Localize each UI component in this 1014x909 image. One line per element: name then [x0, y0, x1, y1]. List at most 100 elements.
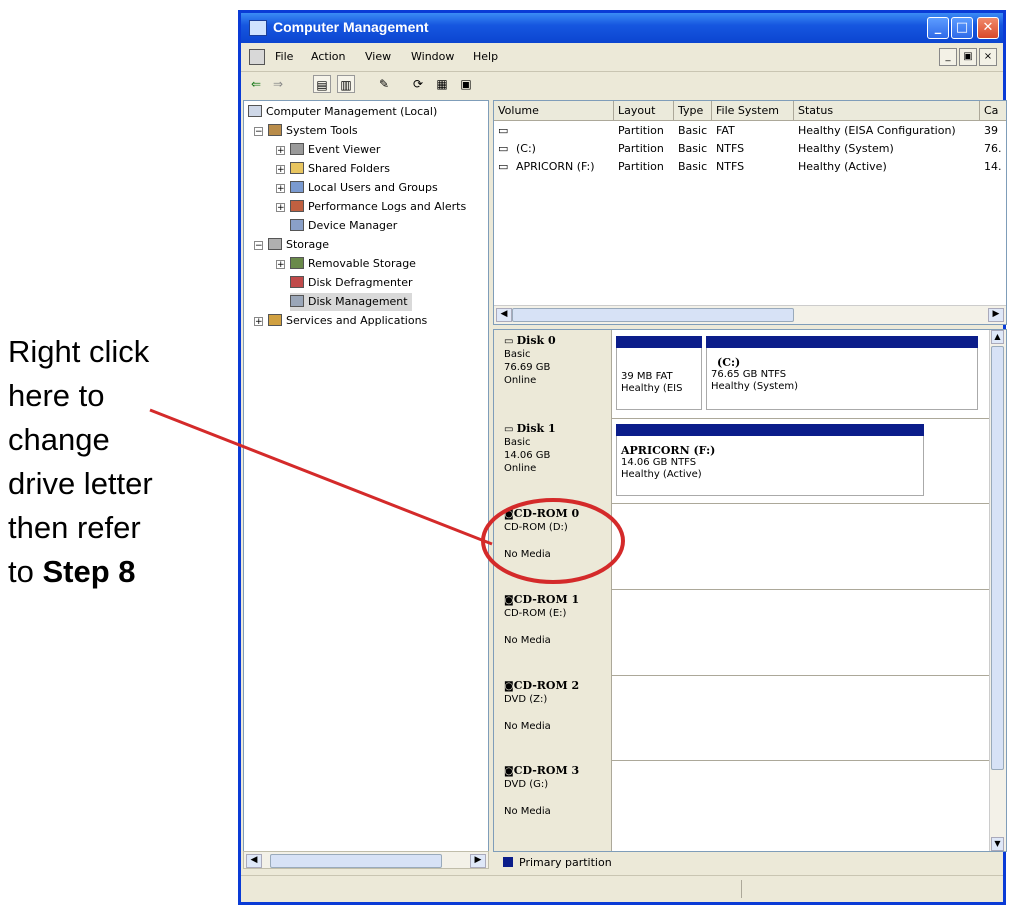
up-folder-icon[interactable]: ▤ — [313, 75, 331, 93]
tree-removable-storage[interactable]: Removable Storage — [290, 255, 416, 273]
menu-help[interactable]: Help — [473, 50, 498, 63]
partition-status: Healthy (System) — [711, 381, 799, 392]
properties-icon[interactable]: ✎ — [375, 75, 393, 93]
cdrom-3-label[interactable]: ◙CD-ROM 3 DVD (G:) No Media — [494, 760, 612, 851]
help-icon[interactable]: ▣ — [457, 75, 475, 93]
cell-type: Basic — [678, 142, 708, 155]
partition-legend: Primary partition — [493, 854, 1007, 872]
col-header-capacity[interactable]: Ca — [980, 101, 1006, 121]
close-button[interactable]: ✕ — [977, 17, 999, 39]
partition-apricorn[interactable]: APRICORN (F:) 14.06 GB NTFS Healthy (Act… — [616, 424, 924, 496]
cdrom-2-label[interactable]: ◙CD-ROM 2 DVD (Z:) No Media — [494, 675, 612, 760]
minimize-button[interactable]: _ — [927, 17, 949, 39]
mdi-close-button[interactable]: × — [979, 48, 997, 66]
scroll-thumb[interactable] — [991, 346, 1004, 770]
mdi-minimize-button[interactable]: _ — [939, 48, 957, 66]
export-icon[interactable]: ▦ — [433, 75, 451, 93]
refresh-icon[interactable]: ⟳ — [409, 75, 427, 93]
defragmenter-icon — [290, 276, 304, 288]
media-status: No Media — [504, 806, 551, 817]
tree-storage[interactable]: Storage — [268, 236, 329, 254]
col-header-status[interactable]: Status — [794, 101, 980, 121]
scroll-down-icon[interactable]: ▼ — [991, 837, 1004, 851]
forward-arrow-icon[interactable]: ⇒ — [269, 75, 287, 93]
tree-label: Performance Logs and Alerts — [308, 200, 467, 213]
expand-toggle[interactable]: + — [276, 184, 285, 194]
cdrom-2-row[interactable]: ◙CD-ROM 2 DVD (Z:) No Media — [494, 675, 990, 761]
mmc-document-icon[interactable] — [249, 49, 265, 65]
collapse-toggle[interactable]: − — [254, 127, 263, 137]
menu-action[interactable]: Action — [311, 50, 345, 63]
cdrom-1-label[interactable]: ◙CD-ROM 1 CD-ROM (E:) No Media — [494, 589, 612, 675]
tree-horizontal-scrollbar[interactable]: ◀ ▶ — [243, 851, 489, 869]
scroll-thumb[interactable] — [512, 308, 794, 322]
expand-toggle[interactable]: + — [276, 165, 285, 175]
tree-shared-folders[interactable]: Shared Folders — [290, 160, 390, 178]
storage-icon — [268, 238, 282, 250]
volume-drive-icon: ▭ — [498, 142, 509, 155]
scroll-up-icon[interactable]: ▲ — [991, 330, 1004, 344]
volume-list-horizontal-scrollbar[interactable]: ◀ ▶ — [494, 305, 1006, 324]
expand-toggle[interactable]: + — [276, 203, 285, 213]
tree-computer-management[interactable]: Computer Management (Local) — [248, 103, 437, 121]
menu-window[interactable]: Window — [411, 50, 454, 63]
scroll-left-icon[interactable]: ◀ — [496, 308, 512, 322]
cdrom-0-row[interactable]: ◙CD-ROM 0 CD-ROM (D:) No Media — [494, 503, 990, 590]
cell-status: Healthy (EISA Configuration) — [798, 124, 956, 137]
cell-status: Healthy (Active) — [798, 160, 887, 173]
callout-instruction: Right click here to change drive letter … — [8, 330, 228, 594]
callout-step-ref: Step 8 — [42, 554, 136, 589]
menu-view[interactable]: View — [365, 50, 391, 63]
cdrom-1-row[interactable]: ◙CD-ROM 1 CD-ROM (E:) No Media — [494, 589, 990, 676]
col-header-type[interactable]: Type — [674, 101, 712, 121]
maximize-button[interactable]: □ — [951, 17, 973, 39]
tree-disk-management[interactable]: Disk Management — [290, 293, 412, 311]
title-bar[interactable]: Computer Management _ □ ✕ — [241, 13, 1003, 43]
cell-capacity: 14. — [984, 160, 1002, 173]
disk-1-row[interactable]: ▭ Disk 1 Basic 14.06 GB Online APRICORN … — [494, 418, 990, 504]
cell-capacity: 39 — [984, 124, 998, 137]
col-header-file-system[interactable]: File System — [712, 101, 794, 121]
scroll-right-icon[interactable]: ▶ — [988, 308, 1004, 322]
collapse-toggle[interactable]: − — [254, 241, 263, 251]
cdrom-3-row[interactable]: ◙CD-ROM 3 DVD (G:) No Media — [494, 760, 990, 851]
disk-1-label[interactable]: ▭ Disk 1 Basic 14.06 GB Online — [494, 418, 612, 503]
expand-toggle[interactable]: + — [276, 260, 285, 270]
mdi-restore-button[interactable]: ▣ — [959, 48, 977, 66]
col-header-layout[interactable]: Layout — [614, 101, 674, 121]
tree-event-viewer[interactable]: Event Viewer — [290, 141, 380, 159]
media-status: No Media — [504, 635, 551, 646]
disk-icon: ▭ — [504, 424, 514, 435]
disk-view-vertical-scrollbar[interactable]: ▲ ▼ — [989, 330, 1006, 851]
cdrom-0-label[interactable]: ◙CD-ROM 0 CD-ROM (D:) No Media — [494, 503, 612, 589]
scroll-left-icon[interactable]: ◀ — [246, 854, 262, 868]
disk-0-row[interactable]: ▭ Disk 0 Basic 76.69 GB Online 39 MB FAT… — [494, 330, 990, 419]
back-arrow-icon[interactable]: ⇐ — [247, 75, 265, 93]
scroll-right-icon[interactable]: ▶ — [470, 854, 486, 868]
partition-bar — [706, 336, 978, 348]
disk-size: 76.69 GB — [504, 362, 551, 373]
menu-file[interactable]: File — [275, 50, 293, 63]
disk-size: 14.06 GB — [504, 450, 551, 461]
cd-drive-icon: ◙ — [504, 766, 514, 777]
expand-toggle[interactable]: + — [254, 317, 263, 327]
tree-services-applications[interactable]: Services and Applications — [268, 312, 427, 330]
tree-disk-defragmenter[interactable]: Disk Defragmenter — [290, 274, 413, 292]
scroll-thumb[interactable] — [270, 854, 442, 868]
cell-volume: APRICORN (F:) — [516, 160, 595, 173]
tree-local-users[interactable]: Local Users and Groups — [290, 179, 438, 197]
partition-eisa[interactable]: 39 MB FAT Healthy (EIS — [616, 336, 702, 410]
tree-label: Device Manager — [308, 219, 398, 232]
partition-c[interactable]: (C:) 76.65 GB NTFS Healthy (System) — [706, 336, 978, 410]
tree-device-manager[interactable]: Device Manager — [290, 217, 397, 235]
mdi-controls: _ ▣ × — [937, 48, 997, 66]
show-tree-icon[interactable]: ▥ — [337, 75, 355, 93]
tree-system-tools[interactable]: System Tools — [268, 122, 358, 140]
volume-list: Volume Layout Type File System Status Ca… — [493, 100, 1007, 325]
tree-performance-logs[interactable]: Performance Logs and Alerts — [290, 198, 466, 216]
drive-letter: DVD (G:) — [504, 779, 549, 790]
expand-toggle[interactable]: + — [276, 146, 285, 156]
col-header-volume[interactable]: Volume — [494, 101, 614, 121]
disk-0-label[interactable]: ▭ Disk 0 Basic 76.69 GB Online — [494, 330, 612, 418]
cell-status: Healthy (System) — [798, 142, 894, 155]
